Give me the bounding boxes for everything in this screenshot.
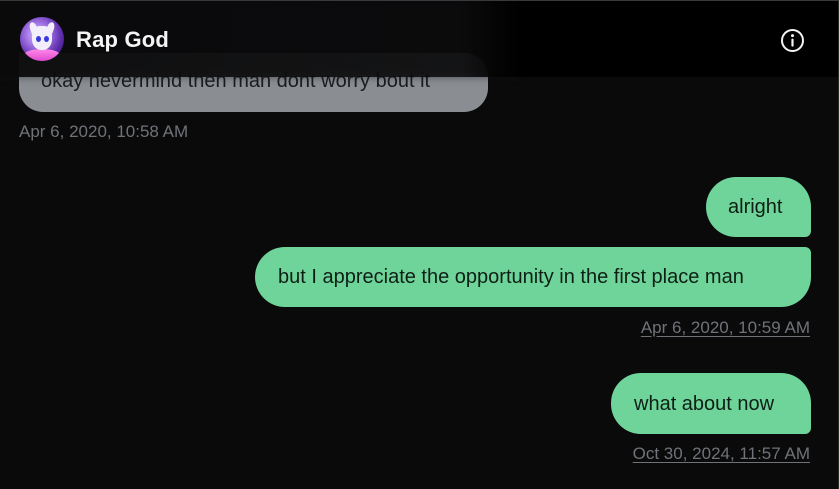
conversation-title[interactable]: Rap God [76, 27, 169, 53]
info-icon[interactable] [780, 28, 805, 53]
message-timestamp-link[interactable]: Apr 6, 2020, 10:59 AM [641, 318, 810, 338]
dm-conversation-view: okay nevermind then man dont worry bout … [0, 0, 839, 489]
message-bubble-sent[interactable]: alright [706, 177, 811, 237]
message-timestamp: Apr 6, 2020, 10:58 AM [19, 122, 189, 141]
message-text: alright [728, 196, 783, 218]
message-bubble-sent[interactable]: what about now [611, 373, 811, 434]
message-text: what about now [634, 393, 775, 415]
avatar-flame [24, 49, 60, 61]
conversation-header: Rap God [0, 1, 838, 77]
message-text: but I appreciate the opportunity in the … [278, 266, 744, 288]
message-timestamp-link[interactable]: Oct 30, 2024, 11:57 AM [633, 444, 810, 464]
message-bubble-sent[interactable]: but I appreciate the opportunity in the … [255, 247, 811, 307]
avatar[interactable] [20, 17, 64, 61]
info-icon-graphic [781, 29, 804, 52]
